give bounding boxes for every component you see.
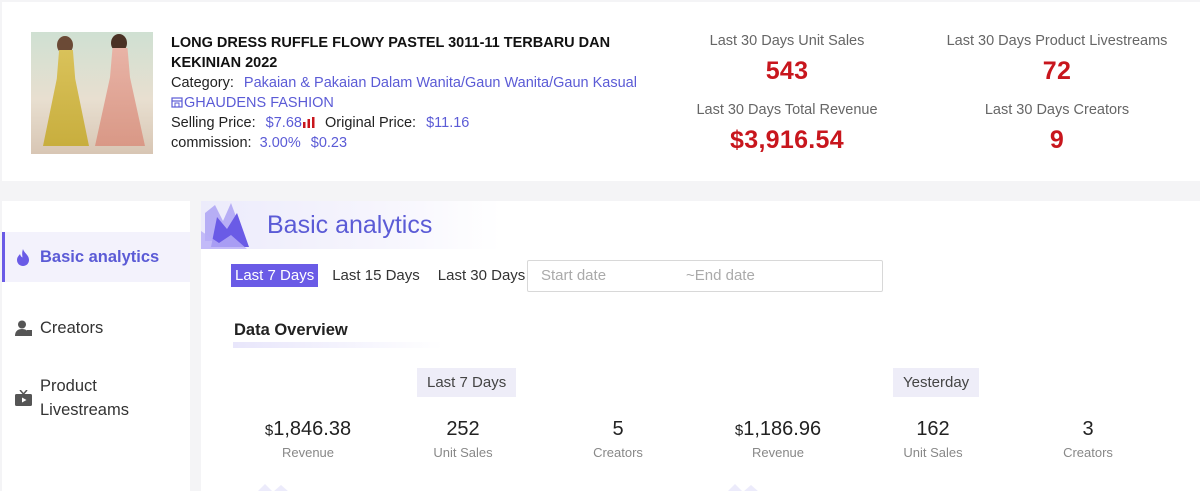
overview-title: Data Overview — [234, 321, 348, 339]
price-row: Selling Price: $7.68 Original Price: $11… — [171, 113, 641, 133]
period-tabs: Last 7 Days Last 15 Days Last 30 Days — [231, 264, 539, 287]
metric-caption: Revenue — [751, 445, 805, 460]
category-label: Category: — [171, 75, 234, 91]
commission-amount: $0.23 — [310, 135, 348, 151]
stat-creators: Last 30 Days Creators 9 — [942, 102, 1172, 155]
stat-livestreams: Last 30 Days Product Livestreams 72 — [942, 33, 1172, 86]
metric-value: 162 — [916, 418, 950, 440]
metric-revenue-7d: $1,846.38 Revenue — [233, 418, 383, 460]
section-title: Basic analytics — [267, 211, 433, 239]
user-icon — [14, 319, 32, 337]
metric-caption: Revenue — [281, 445, 335, 460]
stat-label: Last 30 Days Product Livestreams — [946, 33, 1168, 49]
price-trend-icon[interactable] — [302, 117, 315, 128]
overview-underline — [233, 342, 443, 348]
product-title[interactable]: LONG DRESS RUFFLE FLOWY PASTEL 3011-11 T… — [171, 33, 641, 73]
metric-unit-sales-7d: 252 Unit Sales — [388, 418, 538, 460]
sidebar-item-basic-analytics[interactable]: Basic analytics — [2, 232, 190, 282]
stat-revenue: Last 30 Days Total Revenue $3,916.54 — [692, 102, 882, 155]
product-info: LONG DRESS RUFFLE FLOWY PASTEL 3011-11 T… — [171, 33, 641, 153]
commission-label: commission: — [171, 135, 252, 151]
tv-icon — [14, 389, 32, 407]
stat-unit-sales: Last 30 Days Unit Sales 543 — [692, 33, 882, 86]
period-tag-yesterday: Yesterday — [893, 368, 980, 397]
main-panel: Basic analytics Last 7 Days Last 15 Days… — [201, 201, 1200, 491]
stat-label: Last 30 Days Total Revenue — [696, 102, 878, 118]
stat-label: Last 30 Days Unit Sales — [709, 33, 865, 49]
metric-caption: Unit Sales — [433, 445, 493, 460]
date-range-picker[interactable]: Start date ~End date — [527, 260, 883, 292]
tab-last-7-days[interactable]: Last 7 Days — [231, 264, 319, 287]
category-link[interactable]: Pakaian & Pakaian Dalam Wanita/Gaun Wani… — [244, 75, 637, 91]
metric-caption: Creators — [1063, 445, 1113, 460]
sidebar-item-label: Product Livestreams — [40, 377, 129, 419]
sidebar-item-label: Creators — [40, 318, 104, 337]
metric-caption: Unit Sales — [903, 445, 963, 460]
tab-last-15-days[interactable]: Last 15 Days — [328, 264, 424, 287]
selling-price-label: Selling Price: — [171, 115, 256, 131]
sidebar: Basic analytics Creators Product Livestr… — [2, 201, 190, 491]
shop-name-link[interactable]: GHAUDENS FASHION — [184, 95, 334, 111]
metric-unit-sales-yesterday: 162 Unit Sales — [858, 418, 1008, 460]
shop-row: GHAUDENS FASHION — [171, 93, 641, 113]
commission-rate: 3.00% — [259, 135, 301, 151]
sidebar-item-product-livestreams[interactable]: Product Livestreams — [2, 373, 190, 423]
metric-caption: Creators — [593, 445, 643, 460]
metric-creators-yesterday: 3 Creators — [1013, 418, 1163, 460]
stat-value: 543 — [765, 57, 809, 85]
decorative-peaks-icon — [728, 484, 758, 491]
metric-creators-7d: 5 Creators — [543, 418, 693, 460]
period-tag-last-7-days: Last 7 Days — [417, 368, 517, 397]
shop-icon — [171, 97, 183, 108]
product-category: Category: Pakaian & Pakaian Dalam Wanita… — [171, 73, 641, 93]
flame-icon — [14, 248, 32, 266]
product-thumbnail[interactable] — [31, 32, 153, 154]
metric-value: $1,846.38 — [264, 418, 352, 440]
commission-row: commission: 3.00% $0.23 — [171, 133, 641, 153]
product-header-card: LONG DRESS RUFFLE FLOWY PASTEL 3011-11 T… — [2, 2, 1200, 181]
metric-value: 3 — [1082, 418, 1094, 440]
metric-value: $1,186.96 — [734, 418, 822, 440]
stat-label: Last 30 Days Creators — [984, 102, 1130, 118]
selling-price-value: $7.68 — [265, 115, 302, 131]
end-date-input[interactable]: ~End date — [686, 267, 755, 284]
stat-value: $3,916.54 — [730, 126, 844, 154]
decorative-peaks-icon — [258, 484, 288, 491]
stat-value: 72 — [1042, 57, 1072, 85]
stat-value: 9 — [1049, 126, 1065, 154]
original-price-value: $11.16 — [426, 115, 470, 131]
metric-revenue-yesterday: $1,186.96 Revenue — [703, 418, 853, 460]
sidebar-item-label: Basic analytics — [40, 247, 160, 266]
analytics-logo-icon — [201, 203, 249, 249]
section-header: Basic analytics — [201, 201, 501, 249]
tab-last-30-days[interactable]: Last 30 Days — [434, 264, 530, 287]
original-price-label: Original Price: — [324, 115, 417, 131]
metric-value: 252 — [446, 418, 480, 440]
start-date-input[interactable]: Start date — [541, 267, 606, 284]
sidebar-item-creators[interactable]: Creators — [2, 308, 190, 348]
metric-value: 5 — [612, 418, 624, 440]
